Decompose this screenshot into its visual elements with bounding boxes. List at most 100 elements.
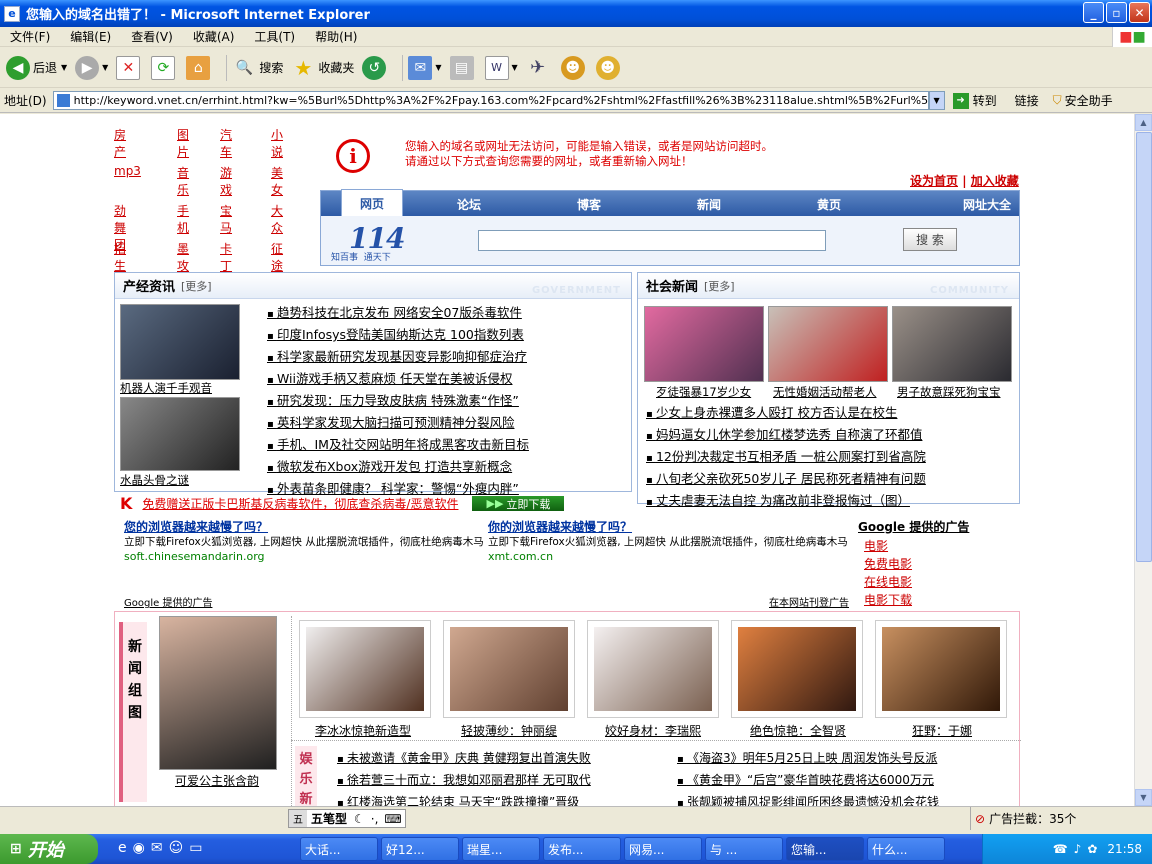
scroll-thumb[interactable]	[1136, 132, 1152, 562]
photo-caption[interactable]: 男子故意踩死狗宝宝	[897, 384, 1001, 400]
ent-photo-frame[interactable]	[299, 620, 431, 718]
tab-blog[interactable]: 博客	[577, 196, 601, 213]
addon-lion-button[interactable]: ☻	[560, 55, 588, 80]
cat-link[interactable]: 大众	[271, 202, 283, 236]
google-link[interactable]: 电影下载	[864, 591, 969, 609]
messenger-icon[interactable]: ☺	[169, 840, 184, 856]
cat-link[interactable]: 美女	[271, 164, 283, 198]
news-item[interactable]: 红楼海选第二轮结束 马天宇“跌跌撞撞”晋级	[337, 792, 591, 806]
news-item[interactable]: 趋势科技在北京发布 网络安全07版杀毒软件	[267, 303, 529, 325]
news-item[interactable]: 丈夫虐妻无法自控 为痛改前非登报悔过（图）	[646, 491, 926, 513]
robot-photo[interactable]	[120, 304, 240, 380]
news-item[interactable]: Wii游戏手柄又惹麻烦 任天堂在美被诉侵权	[267, 369, 529, 391]
featured-photo[interactable]	[159, 616, 277, 770]
news-item[interactable]: 英科学家发现大脑扫描可预测精神分裂风险	[267, 413, 529, 435]
window-titlebar[interactable]: e 您输入的域名出错了！ - Microsoft Internet Explor…	[0, 0, 1152, 27]
refresh-button[interactable]: ⟳	[151, 55, 178, 80]
news-photo[interactable]	[768, 306, 888, 382]
menu-file[interactable]: 文件(F)	[0, 28, 60, 45]
advertise-here-link[interactable]: 在本网站刊登广告	[769, 594, 849, 609]
start-button[interactable]: ⊞ 开始	[0, 834, 98, 864]
task-button[interactable]: 您输...	[786, 837, 864, 861]
stop-button[interactable]: ✕	[116, 55, 143, 80]
cat-link[interactable]: 手机	[177, 202, 189, 236]
media-icon[interactable]: ◉	[133, 840, 145, 856]
news-item[interactable]: 微软发布Xbox游戏开发包 打造共享新概念	[267, 457, 529, 479]
search-submit-button[interactable]: 搜 索	[903, 228, 957, 251]
photo-caption[interactable]: 水晶头骨之谜	[120, 472, 189, 488]
photo-caption[interactable]: 姣好身材：李瑞熙	[605, 722, 701, 739]
cat-link[interactable]: 汽车	[220, 126, 232, 160]
cat-link[interactable]: 游戏	[220, 164, 232, 198]
news-item[interactable]: 《海盗3》明年5月25日上映 周润发饰头号反派	[677, 748, 939, 770]
home-button[interactable]: ⌂	[186, 55, 213, 80]
news-item[interactable]: 科学家最新研究发现基因变异影响抑郁症治疗	[267, 347, 529, 369]
tray-icon[interactable]: ♪	[1074, 842, 1082, 856]
menu-tools[interactable]: 工具(T)	[244, 28, 305, 45]
cat-link[interactable]: 房产	[114, 126, 126, 160]
task-button[interactable]: 网易...	[624, 837, 702, 861]
cat-link[interactable]: 招生	[114, 240, 126, 274]
news-item[interactable]: 少女上身赤裸遭多人殴打 校方否认是在校生	[646, 403, 926, 425]
forward-button[interactable]: ▶ ▼	[75, 55, 108, 80]
tab-forum[interactable]: 论坛	[457, 196, 481, 213]
menu-view[interactable]: 查看(V)	[121, 28, 183, 45]
search-input[interactable]	[478, 230, 826, 251]
news-item[interactable]: 八旬老父亲砍死50岁儿子 居民称死者精神有问题	[646, 469, 926, 491]
addon-lion2-button[interactable]: ☻	[595, 55, 623, 80]
tab-yellowpages[interactable]: 黄页	[817, 196, 841, 213]
cat-link[interactable]: 墨攻	[177, 240, 189, 274]
photo-caption[interactable]: 无性婚姻活动帮老人	[773, 384, 877, 400]
back-button[interactable]: ◀ 后退 ▼	[6, 55, 67, 80]
news-item[interactable]: 妈妈逼女儿休学参加红楼梦选秀 自称演了环都值	[646, 425, 926, 447]
google-link[interactable]: 电影	[864, 537, 969, 555]
photo-caption[interactable]: 狂野：于娜	[912, 722, 972, 739]
task-button[interactable]: 瑞星...	[462, 837, 540, 861]
address-dropdown[interactable]: ▼	[928, 91, 945, 110]
ad-block-status[interactable]: ⊘ 广告拦截：35个	[970, 807, 1076, 830]
tab-web[interactable]: 网页	[341, 189, 403, 217]
go-button[interactable]: ➜ 转到	[952, 92, 997, 109]
photo-caption[interactable]: 歹徒强暴17岁少女	[656, 384, 751, 400]
google-ads-label[interactable]: Google 提供的广告	[124, 594, 212, 609]
photo-caption[interactable]: 机器人演千手观音	[120, 380, 212, 396]
cat-link[interactable]: 征途	[271, 240, 283, 274]
task-button[interactable]: 好12...	[381, 837, 459, 861]
cat-link[interactable]: mp3	[114, 164, 141, 178]
photo-caption[interactable]: 可爱公主张含韵	[175, 772, 259, 789]
download-now-button[interactable]: ▶▶ 立即下载	[472, 496, 565, 511]
edit-button[interactable]: W ▼	[484, 55, 518, 80]
address-input[interactable]: http://keyword.vnet.cn/errhint.html?kw=%…	[52, 91, 929, 110]
tab-news[interactable]: 新闻	[697, 196, 721, 213]
news-item[interactable]: 研究发现：压力导致皮肤病 特殊激素“作怪”	[267, 391, 529, 413]
cat-link[interactable]: 音乐	[177, 164, 189, 198]
maximize-button[interactable]: ▫	[1106, 2, 1127, 23]
clock[interactable]: 21:58	[1107, 842, 1142, 856]
desktop-icon[interactable]: ▭	[189, 840, 202, 856]
news-item[interactable]: 徐若萱三十而立：我想如邓丽君那样 无可取代	[337, 770, 591, 792]
close-button[interactable]: ✕	[1129, 2, 1150, 23]
vertical-scrollbar[interactable]: ▲ ▼	[1134, 114, 1152, 806]
tray-icon[interactable]: ✿	[1087, 842, 1097, 856]
ent-photo-frame[interactable]	[443, 620, 575, 718]
crystal-skull-photo[interactable]	[120, 397, 240, 471]
ent-photo-frame[interactable]	[587, 620, 719, 718]
history-button[interactable]: ↺	[362, 55, 389, 80]
outlook-icon[interactable]: ✉	[151, 840, 163, 856]
ad-title[interactable]: 你的浏览器越来越慢了吗？	[488, 518, 848, 535]
search-button[interactable]: 🔍 搜索	[232, 56, 284, 80]
news-photo[interactable]	[892, 306, 1012, 382]
tray-icon[interactable]: ☎	[1053, 842, 1068, 856]
task-button[interactable]: 发布...	[543, 837, 621, 861]
ent-photo-frame[interactable]	[731, 620, 863, 718]
messenger-button[interactable]: ✈	[526, 56, 553, 80]
more-link[interactable]: [更多]	[704, 278, 735, 294]
menu-help[interactable]: 帮助(H)	[305, 28, 367, 45]
ad-url[interactable]: xmt.com.cn	[488, 550, 848, 563]
cat-link[interactable]: 小说	[271, 126, 283, 160]
photo-caption[interactable]: 轻披薄纱：钟丽缇	[461, 722, 557, 739]
kaspersky-link[interactable]: 免费赠送正版卡巴斯基反病毒软件，彻底查杀病毒/恶意软件	[142, 495, 458, 512]
ent-photo-frame[interactable]	[875, 620, 1007, 718]
ad-url[interactable]: soft.chinesemandarin.org	[124, 550, 484, 563]
security-assistant-button[interactable]: ⛉ 安全助手	[1053, 92, 1113, 109]
